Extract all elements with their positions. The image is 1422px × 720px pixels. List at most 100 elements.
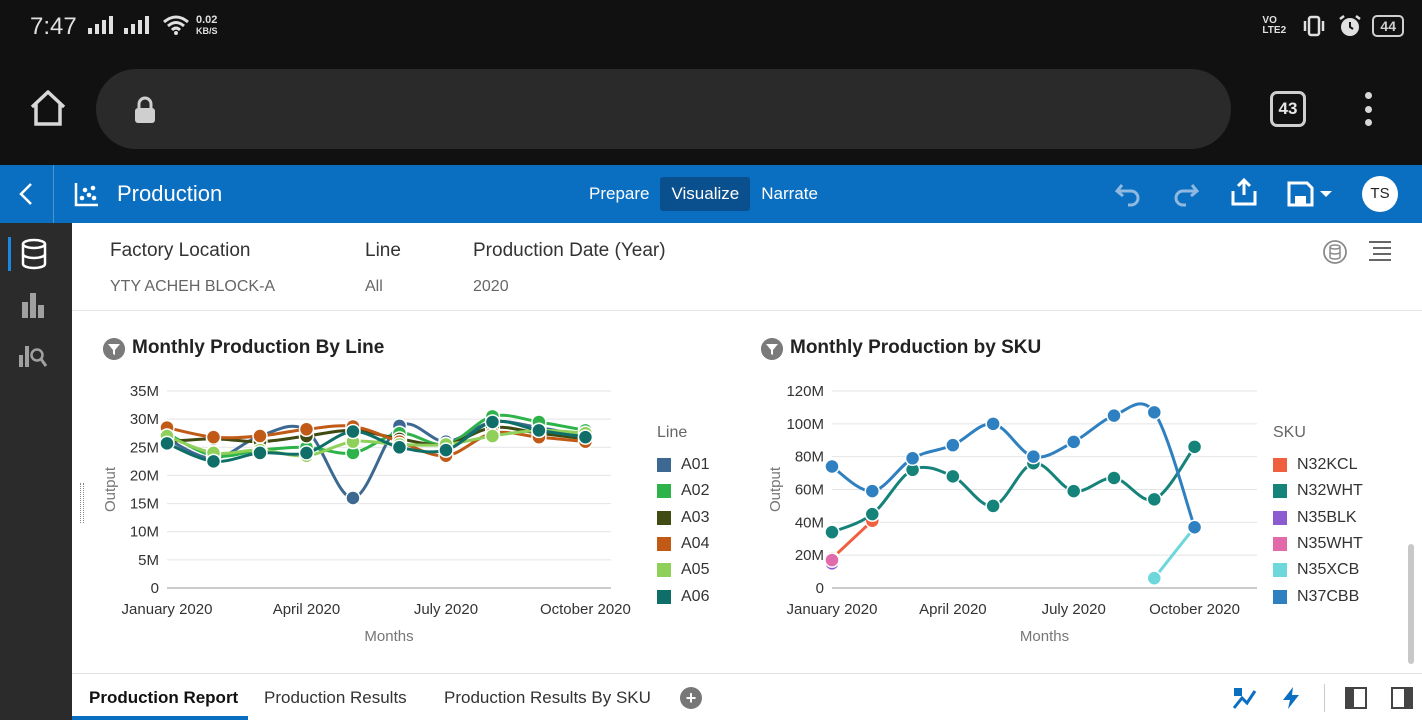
line-chart-by-line[interactable]: 0 5M 10M 15M 20M 25M 30M 35M January 2020 April 2… [92,373,672,653]
panel-drag-handle[interactable] [80,483,84,523]
chart-title-by-sku: Monthly Production by SKU [790,337,1042,358]
export-icon[interactable] [1230,177,1258,207]
legend-item-A06[interactable]: A06 [657,588,709,606]
filter-list-menu-icon[interactable] [1368,239,1392,263]
legend-label: A01 [681,456,710,473]
legend-item-A05[interactable]: A05 [657,561,709,579]
filter-label: Production Date (Year) [473,240,666,261]
home-icon[interactable] [28,88,68,128]
left-panel-toggle-icon[interactable] [1344,686,1368,710]
back-icon[interactable] [14,181,40,207]
nav-visualize[interactable]: Visualize [660,177,751,211]
data-point [1065,434,1082,450]
y-tick-label: 10M [130,524,159,541]
tab-production-results-by-sku[interactable]: Production Results By SKU [444,688,651,708]
filter-value: 2020 [473,278,509,295]
data-point [1106,407,1122,424]
save-icon[interactable] [1286,180,1336,208]
filter-factory-location[interactable]: Factory Location YTY ACHEH BLOCK-A [110,240,275,296]
filter-production-date[interactable]: Production Date (Year) 2020 [473,240,666,296]
data-point [577,429,594,445]
data-point [205,429,222,445]
data-point [985,416,1001,432]
legend-label: A03 [681,508,710,526]
series-N35WHT [824,552,840,568]
legend-label: A04 [681,534,710,552]
series-line [831,402,1196,528]
x-tick-label: April 2020 [919,601,987,618]
data-point [824,552,840,568]
nav-prepare[interactable]: Prepare [578,177,660,211]
data-point [1106,470,1122,486]
y-tick-label: 80M [795,449,824,466]
legend-item-N35BLK[interactable]: N35BLK [1273,509,1357,527]
legend-label: A05 [681,561,710,579]
y-tick-label: 0 [151,580,159,597]
y-tick-label: 15M [130,496,159,513]
user-avatar[interactable]: TS [1362,176,1398,212]
analytics-icon[interactable] [18,340,50,370]
legend-swatch [657,589,671,604]
chart-filter-icon[interactable] [761,338,783,360]
tab-production-results[interactable]: Production Results [264,688,407,708]
signal-strength-icon-sim2 [124,16,149,34]
legend-item-N35WHT[interactable]: N35WHT [1273,535,1363,553]
legend-swatch [1273,510,1287,525]
rail-active-indicator [8,237,11,271]
legend-item-A02[interactable]: A02 [657,482,709,500]
legend-swatch [657,563,671,578]
data-point [1146,404,1163,421]
nav-narrate[interactable]: Narrate [750,177,829,211]
add-canvas-icon[interactable]: + [680,687,702,709]
data-point [159,435,175,452]
filter-line[interactable]: Line All [365,240,401,296]
tab-switcher-button[interactable]: 43 [1270,91,1306,127]
legend-item-A04[interactable]: A04 [657,535,709,553]
legend-item-N35XCB[interactable]: N35XCB [1273,561,1359,579]
x-tick-label: January 2020 [122,601,213,618]
y-tick-label: 30M [130,411,159,428]
legend-item-A01[interactable]: A01 [657,456,709,474]
filter-label: Factory Location [110,240,251,261]
filter-value: All [365,278,383,295]
tab-production-report[interactable]: Production Report [89,688,238,708]
filter-bar: Factory Location YTY ACHEH BLOCK-A Line … [72,223,1422,311]
canvas-scrollbar[interactable] [1408,544,1414,664]
undo-icon[interactable] [1114,181,1142,207]
chart-filter-icon[interactable] [103,338,125,360]
data-point [391,439,408,456]
canvas-tab-bar: Production Report Production Results Pro… [72,673,1422,720]
y-axis-label: Output [102,466,119,512]
lightning-icon[interactable] [1280,686,1302,710]
visualizations-icon[interactable] [18,290,48,320]
y-tick-label: 25M [130,439,159,456]
legend-label: N32KCL [1297,456,1358,473]
filter-data-icon[interactable] [1322,239,1348,265]
chart-title-by-line: Monthly Production By Line [132,337,385,358]
x-tick-label: January 2020 [787,601,878,618]
auto-insights-icon[interactable] [1232,686,1258,710]
data-point [1186,519,1203,536]
line-chart-by-sku[interactable]: 0 20M 40M 60M 80M 100M 120M January 2020 April 2… [732,373,1272,653]
legend-title-sku: SKU [1273,424,1306,441]
data-point [252,428,268,444]
data-panel-icon[interactable] [18,238,50,270]
legend-label: N37CBB [1297,587,1360,605]
wifi-icon [163,15,189,35]
legend-item-A03[interactable]: A03 [657,509,709,527]
legend-item-N32WHT[interactable]: N32WHT [1273,482,1363,500]
network-speed: 0.02 KB/S [196,15,218,37]
legend-item-N32KCL[interactable]: N32KCL [1273,456,1357,474]
active-tab-indicator [72,716,248,720]
legend-label: N35BLK [1297,508,1357,526]
right-panel-toggle-icon[interactable] [1390,686,1414,710]
legend-swatch [657,536,671,551]
volte-icon: VO LTE2 [1262,15,1287,36]
data-point [298,421,315,438]
browser-menu-icon[interactable] [1362,92,1374,126]
legend-swatch [1273,589,1287,604]
data-point [864,483,881,499]
url-bar[interactable] [96,69,1231,149]
redo-icon[interactable] [1172,181,1200,207]
legend-item-N37CBB[interactable]: N37CBB [1273,588,1359,606]
